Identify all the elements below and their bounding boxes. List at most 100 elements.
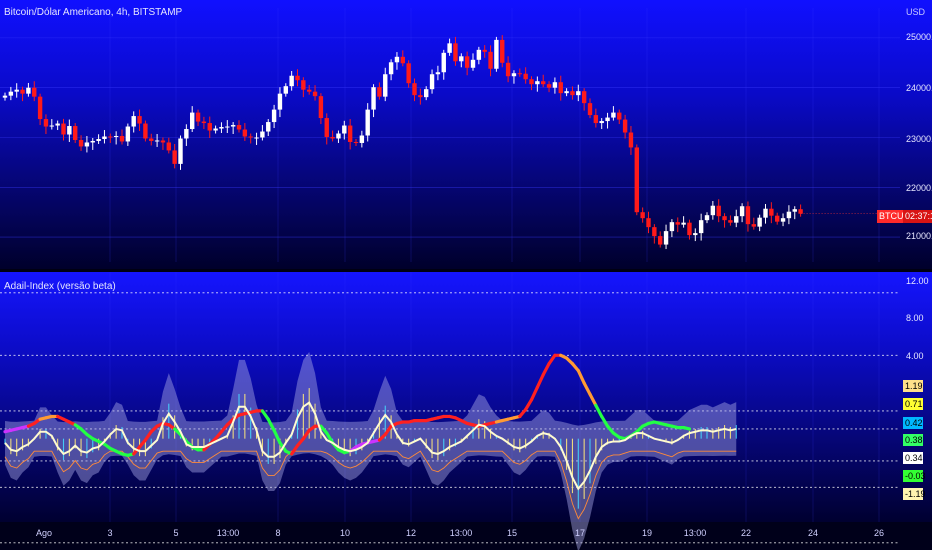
candle-body (716, 205, 721, 217)
candle-body (160, 140, 166, 143)
candle-body (207, 123, 212, 131)
candle-body (225, 126, 230, 128)
signal-line-segment (535, 373, 545, 389)
candle-body (254, 137, 259, 139)
candle-body (470, 59, 476, 68)
candle-body (710, 205, 716, 216)
candle-body (535, 81, 540, 85)
candle-body (634, 147, 639, 213)
chart-plot[interactable] (0, 0, 932, 550)
candle-body (143, 123, 148, 139)
candle-body (108, 136, 113, 138)
signal-line-segment (524, 398, 534, 412)
candle-body (611, 112, 616, 118)
candle-body (663, 231, 669, 245)
candle-body (640, 212, 645, 219)
candle-body (172, 150, 177, 164)
candle-body (8, 91, 14, 96)
time-tick: 24 (807, 528, 819, 538)
candle-body (798, 209, 803, 214)
candle-body (769, 208, 774, 216)
candle-body (587, 103, 593, 116)
signal-line-segment (529, 385, 539, 402)
time-tick: 8 (275, 528, 281, 538)
candle-body (102, 136, 107, 139)
candle-body (236, 125, 242, 130)
price-tick: 21000.00 (906, 231, 932, 241)
signal-line-segment (594, 403, 604, 419)
time-tick: 13:00 (683, 528, 707, 538)
candle-body (687, 222, 692, 236)
candle-countdown-label: 02:37:18 (903, 210, 932, 223)
signal-line-segment (588, 392, 598, 407)
candle-body (435, 72, 441, 75)
candle-body (541, 81, 546, 85)
candle-body (546, 84, 552, 88)
candle-body (523, 73, 528, 80)
candle-body (43, 119, 49, 127)
candle-body (605, 117, 610, 122)
candle-body (447, 43, 452, 53)
indicator-tick: 4.00 (906, 351, 924, 361)
candle-body (307, 89, 312, 92)
price-tick: 23000.00 (906, 134, 932, 144)
candle-body (330, 136, 335, 139)
candle-body (511, 73, 517, 77)
candle-body (137, 116, 142, 124)
indicator-tick: 8.00 (906, 313, 924, 323)
candle-body (646, 218, 651, 228)
candle-body (271, 109, 277, 123)
candle-body (786, 211, 792, 219)
candle-body (476, 49, 482, 60)
candle-body (49, 125, 54, 127)
candle-body (429, 74, 435, 90)
candle-body (628, 132, 634, 148)
time-tick: 12 (405, 528, 417, 538)
candle-body (459, 56, 464, 62)
candle-body (622, 119, 628, 133)
price-tick: 22000.00 (906, 183, 932, 193)
candle-body (406, 63, 411, 84)
candle-body (558, 82, 563, 94)
candle-body (377, 87, 382, 97)
candle-body (289, 75, 294, 87)
candle-body (32, 87, 37, 97)
candle-body (681, 222, 686, 225)
candle-body (61, 123, 66, 135)
candle-body (149, 138, 154, 141)
candle-body (67, 126, 72, 135)
candle-body (757, 217, 762, 227)
candle-body (658, 236, 663, 245)
candle-body (693, 233, 698, 236)
candle-body (412, 83, 417, 96)
candle-body (2, 95, 8, 98)
candle-body (576, 91, 581, 96)
time-tick: 5 (173, 528, 179, 538)
time-tick: 22 (740, 528, 752, 538)
candle-body (552, 82, 558, 88)
candle-body (745, 206, 751, 225)
candle-body (617, 112, 622, 120)
candle-body (260, 131, 265, 138)
candle-body (593, 115, 599, 124)
candle-body (248, 136, 253, 138)
candle-body (564, 91, 569, 94)
time-tick: Ago (35, 528, 53, 538)
candle-body (266, 122, 271, 132)
candle-body (342, 125, 347, 134)
candle-body (424, 89, 429, 98)
candle-body (388, 62, 394, 75)
candle-body (201, 121, 207, 124)
candle-body (698, 220, 704, 234)
candle-body (347, 125, 353, 142)
indicator-value-badge: 0.38 (903, 434, 923, 446)
candle-body (125, 126, 131, 142)
candle-body (734, 216, 739, 223)
indicator-value-badge: -0.03 (903, 470, 926, 482)
candle-body (283, 86, 288, 94)
candle-body (312, 91, 318, 97)
time-tick: 13:00 (449, 528, 473, 538)
candle-body (763, 208, 768, 218)
candle-body (739, 206, 745, 217)
candle-body (728, 220, 733, 223)
